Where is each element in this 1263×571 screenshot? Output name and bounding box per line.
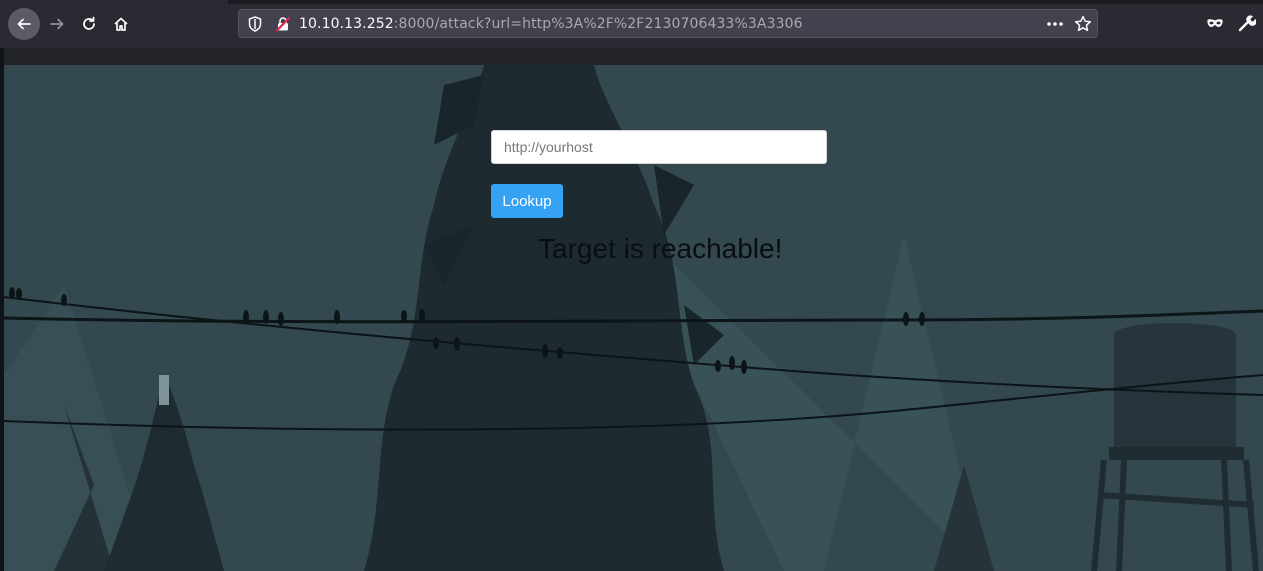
reload-button[interactable] bbox=[73, 8, 105, 40]
background-illustration: Lookup Target is reachable! bbox=[4, 65, 1263, 571]
shield-icon[interactable] bbox=[248, 16, 262, 32]
back-arrow-icon bbox=[17, 18, 31, 30]
home-icon bbox=[114, 17, 128, 31]
url-input[interactable] bbox=[491, 130, 827, 164]
result-message: Target is reachable! bbox=[538, 233, 783, 264]
url-host: 10.10.13.252 bbox=[299, 16, 394, 32]
address-bar[interactable]: 10.10.13.252:8000/attack?url=http%3A%2F%… bbox=[238, 9, 1098, 38]
wrench-icon[interactable] bbox=[1238, 14, 1256, 32]
forward-button[interactable] bbox=[41, 8, 73, 40]
url-path: :8000/attack?url=http%3A%2F%2F2130706433… bbox=[393, 16, 803, 32]
insecure-lock-icon[interactable] bbox=[276, 16, 290, 32]
page-top-band bbox=[0, 48, 1263, 65]
url-text[interactable]: 10.10.13.252:8000/attack?url=http%3A%2F%… bbox=[299, 16, 803, 32]
mask-icon[interactable] bbox=[1206, 15, 1224, 33]
ellipsis-icon[interactable] bbox=[1046, 16, 1064, 32]
browser-toolbar: 10.10.13.252:8000/attack?url=http%3A%2F%… bbox=[0, 0, 1263, 48]
home-button[interactable] bbox=[105, 8, 137, 40]
tab-strip-edge bbox=[228, 0, 1263, 4]
reload-icon bbox=[83, 16, 95, 30]
lookup-button[interactable]: Lookup bbox=[491, 184, 563, 218]
star-icon[interactable] bbox=[1074, 15, 1092, 33]
forward-arrow-icon bbox=[50, 18, 64, 30]
back-button[interactable] bbox=[8, 8, 40, 40]
